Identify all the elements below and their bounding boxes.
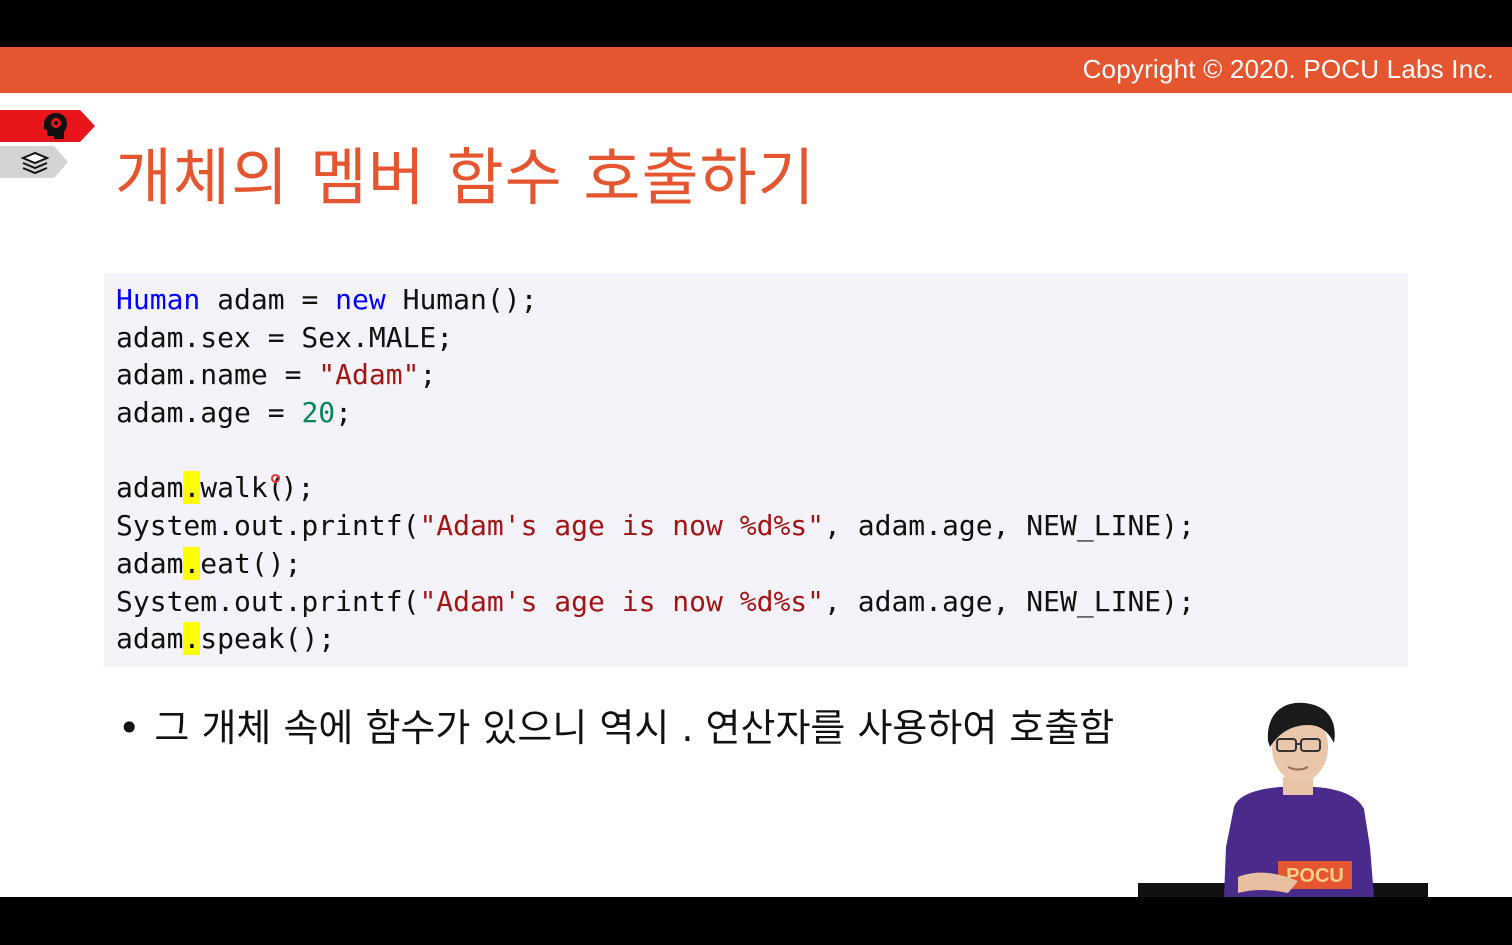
code-text: ; [335,396,353,430]
brain-head-icon [44,113,67,139]
code-highlight: . [183,471,201,505]
video-letterbox-bottom [0,897,1512,945]
bullet-item: • 그 개체 속에 함수가 있으니 역시 . 연산자를 사용하여 호출함 [118,697,1114,752]
slide-title: 개체의 멤버 함수 호출하기 [115,141,816,214]
code-listing: Human adam = new Human(); adam.sex = Sex.… [116,281,1195,658]
code-line: System.out.printf("Adam's age is now %d%… [116,583,1195,621]
code-line: adam.sex = Sex.MALE; [116,319,1195,357]
code-text: eat(); [200,546,302,580]
code-line: Human adam = new Human(); [116,281,1195,319]
code-text: ); [280,471,315,505]
slide: Copyright © 2020. POCU Labs Inc. 개체의 멤버 … [0,47,1512,897]
book-stack-icon [20,151,50,175]
code-text: adam [116,471,184,505]
copyright-text: Copyright © 2020. POCU Labs Inc. [1082,54,1494,84]
code-text: adam.name = [116,358,319,392]
video-letterbox-top [0,0,1512,47]
bullet-symbol: • [118,706,141,750]
presenter-video: POCU [1138,702,1428,897]
code-text: ; [419,358,437,392]
code-string: "Adam's age is now %d%s" [419,509,825,543]
code-line: System.out.printf("Adam's age is now %d%… [116,507,1195,545]
bullet-list: • 그 개체 속에 함수가 있으니 역시 . 연산자를 사용하여 호출함 [118,697,1114,752]
code-line: adam.speak(); [116,620,1195,658]
code-text: , adam.age, NEW_LINE); [824,509,1195,543]
code-text: System.out.printf( [116,584,420,618]
code-keyword: new [335,283,386,316]
code-block: Human adam = new Human(); adam.sex = Sex.… [104,273,1408,667]
code-line: adam.walk(); [116,469,1195,507]
code-text: adam [116,622,184,656]
code-line: adam.name = "Adam"; [116,356,1195,394]
code-string: "Adam's age is now %d%s" [419,584,825,618]
code-text: adam.sex = Sex.MALE; [116,320,454,354]
code-line: adam.age = 20; [116,394,1195,432]
code-text: adam [116,546,184,580]
header-band: Copyright © 2020. POCU Labs Inc. [0,47,1512,93]
code-text: adam.age = [116,396,302,430]
code-string: "Adam" [318,358,420,392]
code-text: Human(); [385,283,538,316]
code-text: , adam.age, NEW_LINE); [824,584,1195,618]
code-text: System.out.printf( [116,509,420,543]
code-highlight: . [183,622,201,656]
code-line: adam.eat(); [116,545,1195,583]
code-text: speak(); [200,622,336,656]
bullet-text: 그 개체 속에 함수가 있으니 역시 . 연산자를 사용하여 호출함 [154,706,1115,750]
code-text: adam = [200,283,336,316]
code-keyword: Human [116,283,201,316]
code-highlight: . [183,546,201,580]
code-number: 20 [301,396,336,430]
